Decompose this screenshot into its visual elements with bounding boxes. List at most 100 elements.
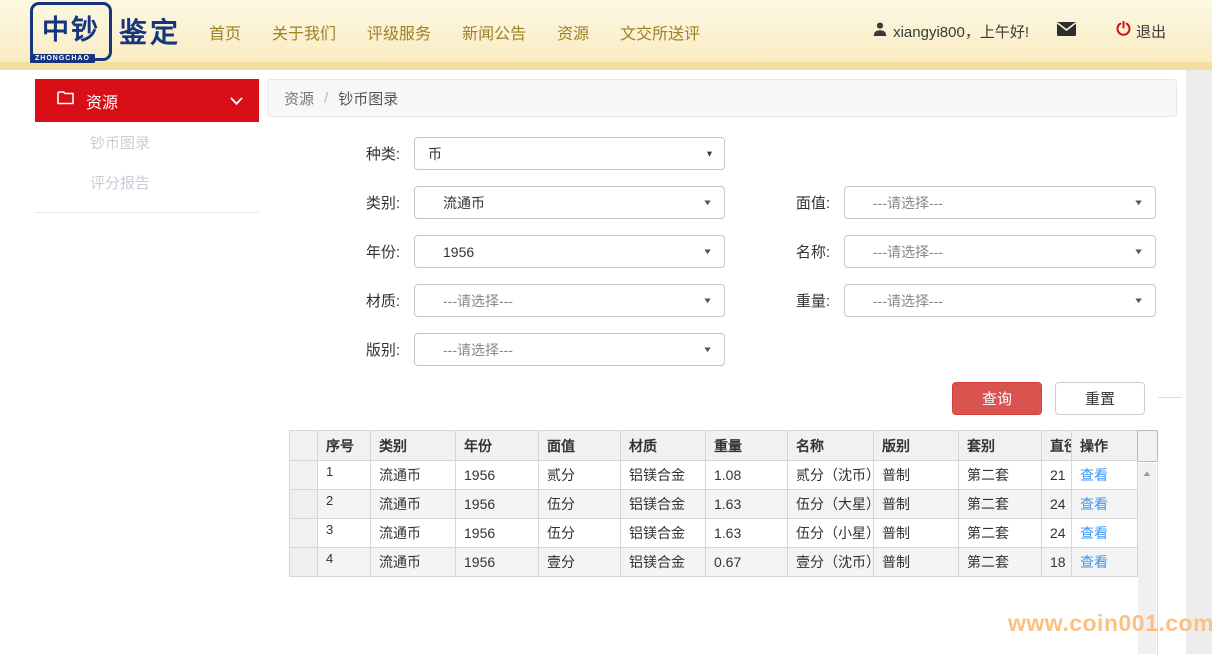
category-select[interactable]: 流通币 ▼ [414,186,725,219]
top-navbar: 中钞 ZHONGCHAO 鉴定 首页 关于我们 评级服务 新闻公告 资源 文交所… [0,0,1212,70]
view-link[interactable]: 查看 [1080,467,1108,483]
column-header-name: 名称 [788,431,874,461]
cell-material: 铝镁合金 [621,461,706,490]
breadcrumb-root[interactable]: 资源 [284,88,314,109]
filter-row-denomination: 面值: ---请选择--- ▼ [768,186,1156,219]
search-button[interactable]: 查询 [952,382,1042,415]
table-scrollbar-header-cell [1137,430,1158,462]
name-select[interactable]: ---请选择--- ▼ [844,235,1156,268]
column-header-denomination: 面值 [539,431,621,461]
logout-button[interactable]: 退出 [1116,21,1166,42]
cell-edition: 普制 [874,548,959,577]
folder-icon [57,91,74,110]
weight-select[interactable]: ---请选择--- ▼ [844,284,1156,317]
cell-year: 1956 [456,490,539,519]
user-icon [873,22,887,41]
name-label: 名称: [768,241,830,262]
cell-weight: 0.67 [706,548,788,577]
filter-row-category: 类别: 流通币 ▼ [338,186,725,219]
cell-denomination: 伍分 [539,519,621,548]
dropdown-arrow-icon: ▼ [1133,296,1144,305]
column-header-index: 序号 [318,431,371,461]
view-link[interactable]: 查看 [1080,496,1108,512]
cell-name: 伍分（小星） [788,519,874,548]
page-scrollbar[interactable] [1186,70,1212,654]
nav-news[interactable]: 新闻公告 [462,20,526,44]
sidebar-item-score-report[interactable]: 评分报告 [35,164,259,204]
mail-icon[interactable] [1057,22,1076,41]
table-header-row: 序号 类别 年份 面值 材质 重量 名称 版别 套别 直径 操作 [290,431,1138,461]
cell-index: 2 [318,490,371,519]
cell-index: 1 [318,461,371,490]
breadcrumb: 资源 / 钞币图录 [267,79,1177,117]
cell-weight: 1.63 [706,490,788,519]
column-header-edition: 版别 [874,431,959,461]
scroll-up-icon[interactable]: ▲ [1141,466,1152,482]
denomination-select-placeholder: ---请选择--- [873,193,943,213]
kind-label: 种类: [338,143,400,164]
cell-action: 查看 [1072,490,1138,519]
cell-edition: 普制 [874,519,959,548]
breadcrumb-separator: / [324,90,328,107]
cell-denomination: 伍分 [539,490,621,519]
cell-edition: 普制 [874,490,959,519]
nav-exchange-submission[interactable]: 文交所送评 [620,20,700,44]
cell-name: 壹分（沈币） [788,548,874,577]
kind-select[interactable]: 币 ▼ [414,137,725,170]
name-select-placeholder: ---请选择--- [873,242,943,262]
cell-set: 第二套 [959,461,1042,490]
page: 中钞 ZHONGCHAO 鉴定 首页 关于我们 评级服务 新闻公告 资源 文交所… [0,0,1212,654]
table-row: 1 流通币 1956 贰分 铝镁合金 1.08 贰分（沈币） 普制 第二套 21… [290,461,1138,490]
cell-diameter: 21 [1042,461,1072,490]
column-header-set: 套别 [959,431,1042,461]
row-gutter [290,548,318,577]
cell-material: 铝镁合金 [621,548,706,577]
view-link[interactable]: 查看 [1080,554,1108,570]
view-link[interactable]: 查看 [1080,525,1108,541]
cell-action: 查看 [1072,519,1138,548]
cell-year: 1956 [456,548,539,577]
logo-text-sub: ZHONGCHAO [30,54,95,63]
nav-home[interactable]: 首页 [209,20,241,44]
weight-select-placeholder: ---请选择--- [873,291,943,311]
user-greeting: xiangyi800，上午好! [893,21,1029,42]
material-select-placeholder: ---请选择--- [443,291,513,311]
cell-category: 流通币 [371,490,456,519]
sidebar-menu-resources[interactable]: 资源 [35,79,259,122]
filter-row-kind: 种类: 币 ▼ [338,137,725,170]
chevron-down-icon [230,93,243,111]
power-icon [1116,21,1131,41]
cell-index: 4 [318,548,371,577]
cell-category: 流通币 [371,461,456,490]
divider-dash [1158,397,1182,398]
dropdown-arrow-icon: ▼ [705,149,713,158]
material-label: 材质: [338,290,400,311]
cell-action: 查看 [1072,461,1138,490]
edition-label: 版别: [338,339,400,360]
sidebar-item-coin-catalog[interactable]: 钞币图录 [35,124,259,164]
edition-select[interactable]: ---请选择--- ▼ [414,333,725,366]
gutter-header [290,431,318,461]
cell-set: 第二套 [959,519,1042,548]
column-header-weight: 重量 [706,431,788,461]
year-select-value: 1956 [443,244,474,260]
reset-button[interactable]: 重置 [1055,382,1145,415]
site-logo[interactable]: 中钞 ZHONGCHAO 鉴定 [30,2,181,61]
cell-category: 流通币 [371,519,456,548]
cell-name: 伍分（大星） [788,490,874,519]
material-select[interactable]: ---请选择--- ▼ [414,284,725,317]
dropdown-arrow-icon: ▼ [702,247,713,256]
column-header-material: 材质 [621,431,706,461]
filter-row-name: 名称: ---请选择--- ▼ [768,235,1156,268]
table-row: 2 流通币 1956 伍分 铝镁合金 1.63 伍分（大星） 普制 第二套 24… [290,490,1138,519]
watermark: www.coin001.com [1008,610,1212,637]
cell-diameter: 24 [1042,490,1072,519]
year-select[interactable]: 1956 ▼ [414,235,725,268]
cell-set: 第二套 [959,490,1042,519]
nav-about[interactable]: 关于我们 [272,20,336,44]
nav-resources[interactable]: 资源 [557,20,589,44]
nav-grading-service[interactable]: 评级服务 [367,20,431,44]
cell-name: 贰分（沈币） [788,461,874,490]
denomination-select[interactable]: ---请选择--- ▼ [844,186,1156,219]
main-nav: 首页 关于我们 评级服务 新闻公告 资源 文交所送评 [209,20,700,44]
